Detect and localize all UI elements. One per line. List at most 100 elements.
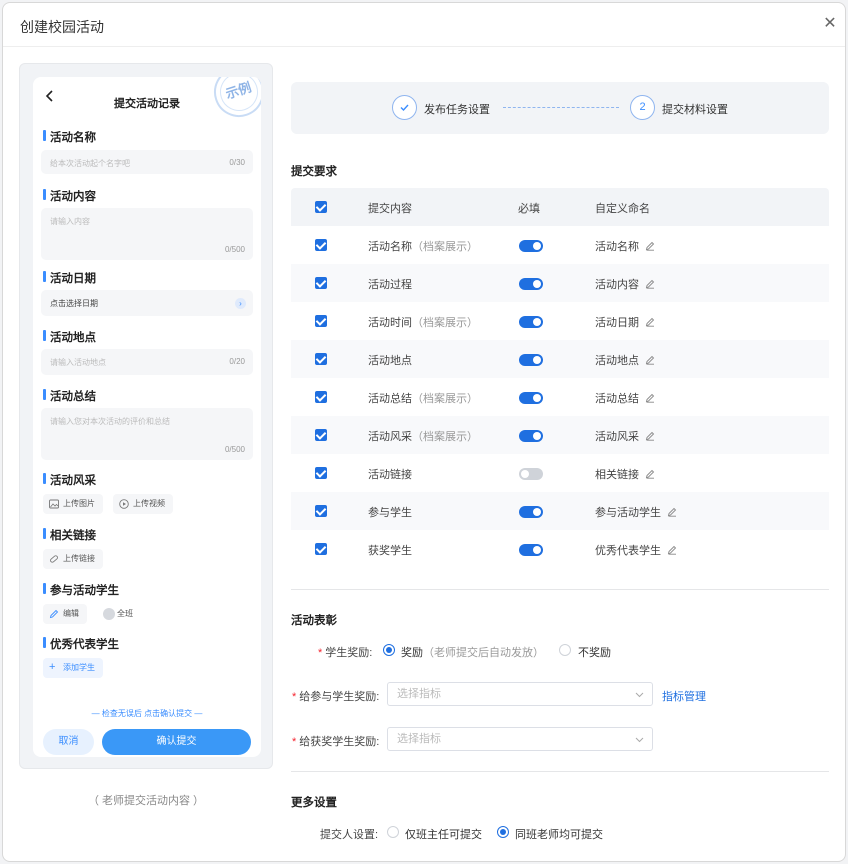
required-toggle[interactable] [519, 316, 543, 328]
pencil-icon[interactable] [667, 507, 677, 517]
reward-no-radio[interactable] [559, 644, 571, 656]
name-input[interactable]: 给本次活动起个名字吧 0/30 [41, 150, 253, 174]
required-toggle[interactable] [519, 468, 543, 480]
reward-no-label[interactable]: 不奖励 [578, 644, 611, 660]
pencil-icon[interactable] [645, 279, 655, 289]
required-toggle[interactable] [519, 392, 543, 404]
row-custom-name: 活动地点 [595, 352, 655, 368]
content-count: 0/500 [224, 245, 245, 254]
row-custom-name: 活动内容 [595, 276, 655, 292]
place-input[interactable]: 请输入活动地点 0/20 [41, 349, 253, 375]
row-checkbox[interactable] [315, 315, 327, 327]
date-picker[interactable]: 点击选择日期 › [41, 290, 253, 316]
chevron-right-icon: › [235, 298, 246, 309]
pencil-icon[interactable] [645, 431, 655, 441]
reward-yes-hint: （老师提交后自动发放） [423, 647, 544, 659]
row-checkbox[interactable] [315, 353, 327, 365]
required-toggle[interactable] [519, 278, 543, 290]
edit-students-button[interactable]: 编辑 [43, 604, 87, 624]
required-toggle[interactable] [519, 354, 543, 366]
step-1-circle [392, 95, 417, 120]
step-2-circle: 2 [630, 95, 655, 120]
reward-yes-radio[interactable] [383, 644, 395, 656]
row-checkbox[interactable] [315, 543, 327, 555]
close-icon[interactable]: ✕ [821, 15, 839, 33]
row-content: 参与学生 [368, 504, 412, 520]
winner-indicator-select[interactable]: 选择指标 [387, 727, 653, 751]
pencil-icon[interactable] [645, 469, 655, 479]
content-textarea[interactable]: 请输入内容 0/500 [41, 208, 253, 260]
required-toggle[interactable] [519, 544, 543, 556]
upload-image-label: 上传图片 [63, 499, 95, 508]
check-icon [400, 104, 409, 112]
pencil-icon[interactable] [645, 355, 655, 365]
required-toggle[interactable] [519, 506, 543, 518]
required-toggle[interactable] [519, 430, 543, 442]
row-checkbox[interactable] [315, 429, 327, 441]
pencil-icon[interactable] [645, 393, 655, 403]
header-required: 必填 [518, 203, 540, 215]
row-custom-name: 活动风采 [595, 428, 655, 444]
row-custom-name-text: 活动地点 [595, 355, 639, 367]
required-toggle[interactable] [519, 240, 543, 252]
header-content: 提交内容 [368, 203, 412, 215]
upload-link-button[interactable]: 上传链接 [43, 549, 103, 569]
preview-panel: 提交活动记录 示例 活动名称 给本次活动起个名字吧 0/30 活动内容 请输入内… [19, 63, 273, 769]
row-custom-name: 活动总结 [595, 390, 655, 406]
head-teacher-only-radio[interactable] [387, 826, 399, 838]
pencil-icon[interactable] [645, 317, 655, 327]
place-count: 0/20 [229, 357, 245, 366]
upload-image-button[interactable]: 上传图片 [43, 494, 103, 514]
all-teachers-radio[interactable] [497, 826, 509, 838]
row-content-text: 活动链接 [368, 469, 412, 481]
upload-link-label: 上传链接 [63, 554, 95, 563]
row-content-text: 活动名称 [368, 241, 412, 253]
reward-yes-label[interactable]: 奖励（老师提交后自动发放） [401, 644, 544, 660]
step-1-label: 发布任务设置 [424, 104, 490, 116]
summary-textarea[interactable]: 请输入您对本次活动的评价和总结 0/500 [41, 408, 253, 460]
row-checkbox[interactable] [315, 391, 327, 403]
row-custom-name-text: 活动内容 [595, 279, 639, 291]
row-checkbox[interactable] [315, 277, 327, 289]
pencil-icon[interactable] [645, 241, 655, 251]
row-checkbox[interactable] [315, 505, 327, 517]
participant-reward-label-text: 给参与学生奖励: [299, 691, 380, 703]
step-connector [503, 107, 619, 108]
row-content-text: 获奖学生 [368, 545, 412, 557]
table-body: 活动名称（档案展示） 活动名称 活动过程 活动内容 活动时间（档案展示） 活动日期 活动地点… [291, 226, 829, 568]
add-student-button[interactable]: + 添加学生 [43, 658, 103, 678]
phone-preview: 提交活动记录 示例 活动名称 给本次活动起个名字吧 0/30 活动内容 请输入内… [33, 77, 261, 757]
select-all-checkbox[interactable] [315, 201, 327, 213]
confirm-submit-button[interactable]: 确认提交 [102, 729, 251, 755]
row-custom-name-text: 参与活动学生 [595, 507, 661, 519]
head-teacher-only-label[interactable]: 仅班主任可提交 [405, 826, 482, 842]
play-icon [119, 499, 129, 509]
row-checkbox[interactable] [315, 467, 327, 479]
participant-select-placeholder: 选择指标 [397, 688, 441, 700]
row-content: 活动过程 [368, 276, 412, 292]
winner-reward-label-text: 给获奖学生奖励: [299, 736, 380, 748]
date-placeholder: 点击选择日期 [50, 299, 98, 308]
indicator-management-link[interactable]: 指标管理 [662, 688, 706, 704]
row-checkbox[interactable] [315, 239, 327, 251]
row-content: 活动名称（档案展示） [368, 238, 478, 254]
reward-yes-text: 奖励 [401, 647, 423, 659]
content-placeholder: 请输入内容 [50, 217, 90, 226]
section-title-place: 活动地点 [43, 329, 96, 345]
row-content-hint: （档案展示） [412, 431, 478, 443]
row-content-text: 活动时间 [368, 317, 412, 329]
table-row: 活动名称（档案展示） 活动名称 [291, 226, 829, 264]
requirements-table: 提交内容 必填 自定义命名 活动名称（档案展示） 活动名称 活动过程 活动内容 活动时间… [291, 188, 829, 568]
pencil-icon[interactable] [667, 545, 677, 555]
row-content-hint: （档案展示） [412, 317, 478, 329]
row-content-hint: （档案展示） [412, 393, 478, 405]
participant-indicator-select[interactable]: 选择指标 [387, 682, 653, 706]
upload-video-button[interactable]: 上传视频 [113, 494, 173, 514]
cancel-button[interactable]: 取消 [43, 729, 94, 755]
student-reward-label-text: 学生奖励: [325, 647, 373, 659]
all-teachers-label[interactable]: 同班老师均可提交 [515, 826, 603, 842]
modal-header: 创建校园活动 ✕ [3, 3, 845, 47]
row-content-text: 活动总结 [368, 393, 412, 405]
preview-caption: （ 老师提交活动内容 ） [87, 795, 205, 807]
section-title-students: 参与活动学生 [43, 582, 119, 598]
